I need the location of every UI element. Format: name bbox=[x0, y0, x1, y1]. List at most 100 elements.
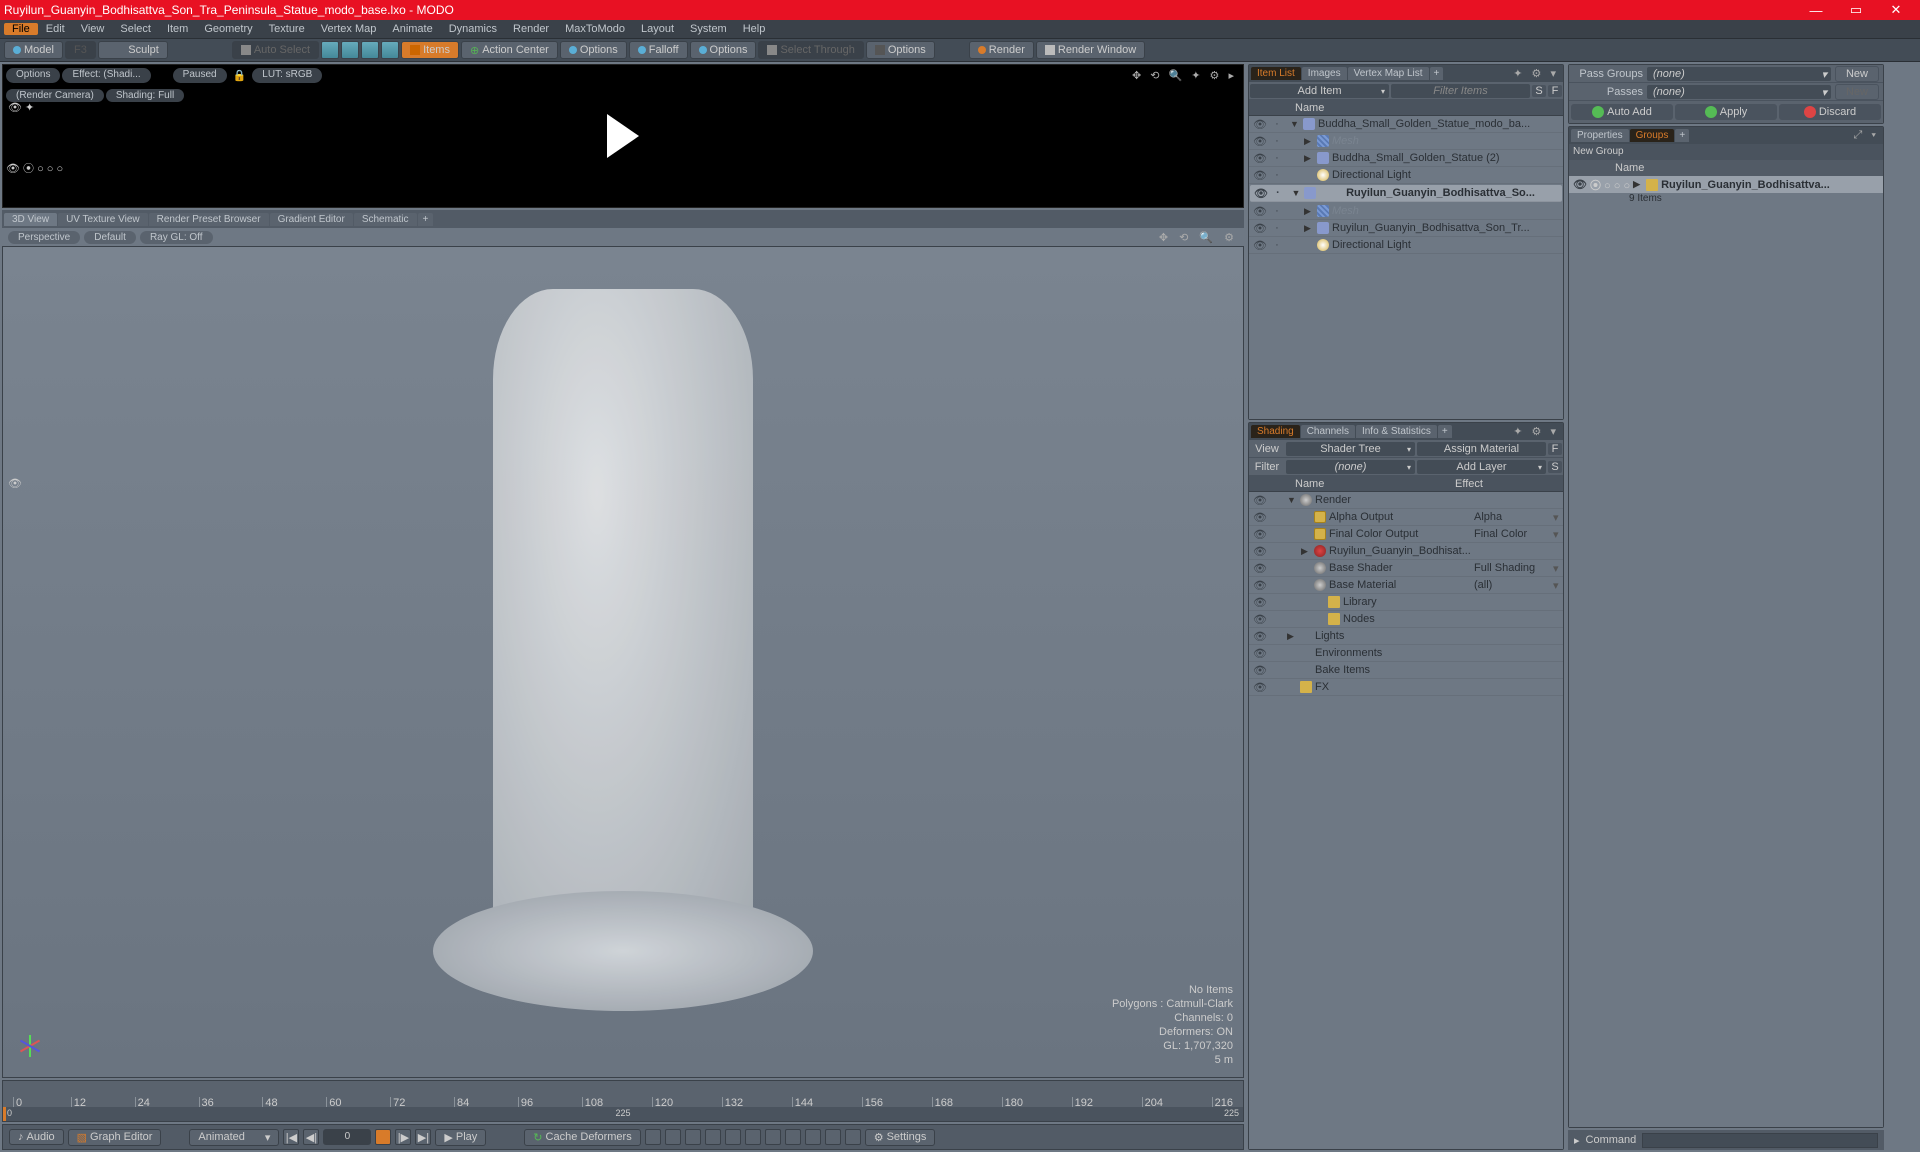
menu-system[interactable]: System bbox=[682, 23, 735, 35]
tab-schematic[interactable]: Schematic bbox=[354, 213, 417, 226]
preview-options[interactable]: Options bbox=[6, 68, 60, 83]
play-icon[interactable] bbox=[607, 114, 639, 158]
tab-item-list[interactable]: Item List bbox=[1251, 67, 1301, 80]
f3-button[interactable]: F3 bbox=[65, 41, 96, 59]
item-tree[interactable]: 👁· ▼ Buddha_Small_Golden_Statue_modo_ba.… bbox=[1249, 116, 1563, 419]
shader-row[interactable]: 👁 FX bbox=[1249, 679, 1563, 696]
command-input[interactable] bbox=[1642, 1133, 1878, 1148]
shader-row[interactable]: 👁 Final Color Output Final Color ▾ bbox=[1249, 526, 1563, 543]
new-group-button[interactable]: New Group bbox=[1569, 144, 1883, 160]
tab-info[interactable]: Info & Statistics bbox=[1356, 425, 1437, 438]
tab-vertex-map-list[interactable]: Vertex Map List bbox=[1348, 67, 1429, 80]
shader-row[interactable]: 👁 Environments bbox=[1249, 645, 1563, 662]
sel-mode-mat-icon[interactable] bbox=[381, 41, 399, 59]
sel-mode-vertex-icon[interactable] bbox=[321, 41, 339, 59]
key-icon[interactable] bbox=[375, 1129, 391, 1145]
shader-tree-dropdown[interactable]: Shader Tree▾ bbox=[1286, 442, 1415, 456]
auto-add-button[interactable]: Auto Add bbox=[1571, 104, 1673, 120]
raygl-dropdown[interactable]: Ray GL: Off bbox=[140, 231, 213, 244]
tab-add-shading[interactable]: + bbox=[1438, 425, 1452, 438]
anim-tool5-icon[interactable] bbox=[725, 1129, 741, 1145]
add-layer-dropdown[interactable]: Add Layer▾ bbox=[1417, 460, 1546, 474]
shader-row[interactable]: 👁 ▼ Render bbox=[1249, 492, 1563, 509]
render-window-button[interactable]: Render Window bbox=[1036, 41, 1145, 59]
f-button[interactable]: F bbox=[1548, 85, 1562, 97]
model-button[interactable]: Model bbox=[4, 41, 63, 59]
panel-icons[interactable]: ⤢ ▾ bbox=[1854, 129, 1879, 142]
shader-row[interactable]: 👁 ▶ Lights bbox=[1249, 628, 1563, 645]
new-passgroup-button[interactable]: New bbox=[1835, 66, 1879, 82]
anim-tool6-icon[interactable] bbox=[745, 1129, 761, 1145]
menu-edit[interactable]: Edit bbox=[38, 23, 73, 35]
menu-layout[interactable]: Layout bbox=[633, 23, 682, 35]
shader-row[interactable]: 👁 Bake Items bbox=[1249, 662, 1563, 679]
timeline-cursor[interactable] bbox=[3, 1107, 6, 1121]
item-row[interactable]: 👁· ▼ Buddha_Small_Golden_Statue_modo_ba.… bbox=[1249, 116, 1563, 133]
style-dropdown[interactable]: Default bbox=[84, 231, 136, 244]
3d-viewport[interactable]: No ItemsPolygons : Catmull-Clark Channel… bbox=[2, 246, 1244, 1078]
passes-dropdown[interactable]: (none)▾ bbox=[1647, 85, 1831, 99]
goto-end-icon[interactable]: ▶| bbox=[415, 1129, 431, 1145]
menu-help[interactable]: Help bbox=[735, 23, 774, 35]
anim-tool11-icon[interactable] bbox=[845, 1129, 861, 1145]
menu-vertexmap[interactable]: Vertex Map bbox=[313, 23, 385, 35]
tab-images[interactable]: Images bbox=[1302, 67, 1347, 80]
discard-button[interactable]: Discard bbox=[1779, 104, 1881, 120]
assign-material-button[interactable]: Assign Material bbox=[1417, 442, 1546, 456]
shader-row[interactable]: 👁 Library bbox=[1249, 594, 1563, 611]
panel-icons[interactable]: ✦ ⚙ ▾ bbox=[1513, 67, 1559, 80]
f-button[interactable]: F bbox=[1548, 443, 1562, 455]
step-back-icon[interactable]: ◀| bbox=[303, 1129, 319, 1145]
lock-icon[interactable]: 🔒 bbox=[229, 68, 251, 83]
anim-tool3-icon[interactable] bbox=[685, 1129, 701, 1145]
viewport-tool-icons[interactable]: ✥ ⟲ 🔍 ⚙ bbox=[1159, 231, 1238, 244]
persp-dropdown[interactable]: Perspective bbox=[8, 231, 80, 244]
select-through-button[interactable]: Select Through bbox=[758, 41, 863, 59]
tab-add-groups[interactable]: + bbox=[1675, 129, 1689, 142]
item-row[interactable]: 👁· ▶ Mesh bbox=[1249, 203, 1563, 220]
preview-effect[interactable]: Effect: (Shadi... bbox=[62, 68, 150, 83]
tab-properties[interactable]: Properties bbox=[1571, 129, 1629, 142]
anim-tool9-icon[interactable] bbox=[805, 1129, 821, 1145]
apply-button[interactable]: Apply bbox=[1675, 104, 1777, 120]
filter-items-input[interactable]: Filter Items bbox=[1391, 84, 1530, 98]
shader-tree[interactable]: 👁 ▼ Render 👁 Alpha Output Alpha ▾👁 Final… bbox=[1249, 492, 1563, 1149]
sculpt-button[interactable]: Sculpt bbox=[98, 41, 168, 59]
add-item-dropdown[interactable]: Add Item▾ bbox=[1250, 84, 1389, 98]
menu-maxtomodo[interactable]: MaxToModo bbox=[557, 23, 633, 35]
tab-add[interactable]: + bbox=[418, 213, 434, 226]
menu-dynamics[interactable]: Dynamics bbox=[441, 23, 505, 35]
current-frame[interactable]: 0 bbox=[323, 1129, 371, 1145]
timeline-ruler[interactable]: 01224 364860 728496 108120132 144156168 … bbox=[3, 1081, 1243, 1107]
preview-tool-icons[interactable]: ✥ ⟲ 🔍 ✦ ⚙ ▸ bbox=[1132, 69, 1237, 82]
menu-geometry[interactable]: Geometry bbox=[196, 23, 260, 35]
anim-tool8-icon[interactable] bbox=[785, 1129, 801, 1145]
preview-paused[interactable]: Paused bbox=[173, 68, 227, 83]
render-button[interactable]: Render bbox=[969, 41, 1034, 59]
item-row[interactable]: 👁· Directional Light bbox=[1249, 167, 1563, 184]
item-row[interactable]: 👁· ▶ Ruyilun_Guanyin_Bodhisattva_Son_Tr.… bbox=[1249, 220, 1563, 237]
shader-row[interactable]: 👁 ▶ Ruyilun_Guanyin_Bodhisat... bbox=[1249, 543, 1563, 560]
anim-tool1-icon[interactable] bbox=[645, 1129, 661, 1145]
menu-animate[interactable]: Animate bbox=[384, 23, 440, 35]
tab-groups[interactable]: Groups bbox=[1630, 129, 1675, 142]
axis-gizmo[interactable] bbox=[17, 1027, 53, 1063]
shader-row[interactable]: 👁 Base Material (all) ▾ bbox=[1249, 577, 1563, 594]
tab-shading[interactable]: Shading bbox=[1251, 425, 1300, 438]
step-fwd-icon[interactable]: |▶ bbox=[395, 1129, 411, 1145]
audio-button[interactable]: ♪Audio bbox=[9, 1129, 64, 1145]
tab-gradient[interactable]: Gradient Editor bbox=[270, 213, 353, 226]
item-row[interactable]: 👁· ▼ Ruyilun_Guanyin_Bodhisattva_So... bbox=[1250, 185, 1562, 202]
tab-add-item[interactable]: + bbox=[1430, 67, 1444, 80]
timeline[interactable]: 01224 364860 728496 108120132 144156168 … bbox=[2, 1080, 1244, 1122]
s-button[interactable]: S bbox=[1532, 85, 1546, 97]
tab-render-preset[interactable]: Render Preset Browser bbox=[149, 213, 269, 226]
sel-mode-poly-icon[interactable] bbox=[361, 41, 379, 59]
menu-file[interactable]: File bbox=[4, 23, 38, 35]
tab-3d-view[interactable]: 3D View bbox=[4, 213, 57, 226]
s-button[interactable]: S bbox=[1548, 461, 1562, 473]
options3-button[interactable]: Options bbox=[866, 41, 935, 59]
minimize-button[interactable]: — bbox=[1796, 0, 1836, 20]
anim-tool7-icon[interactable] bbox=[765, 1129, 781, 1145]
play-button[interactable]: ▶Play bbox=[435, 1129, 486, 1146]
